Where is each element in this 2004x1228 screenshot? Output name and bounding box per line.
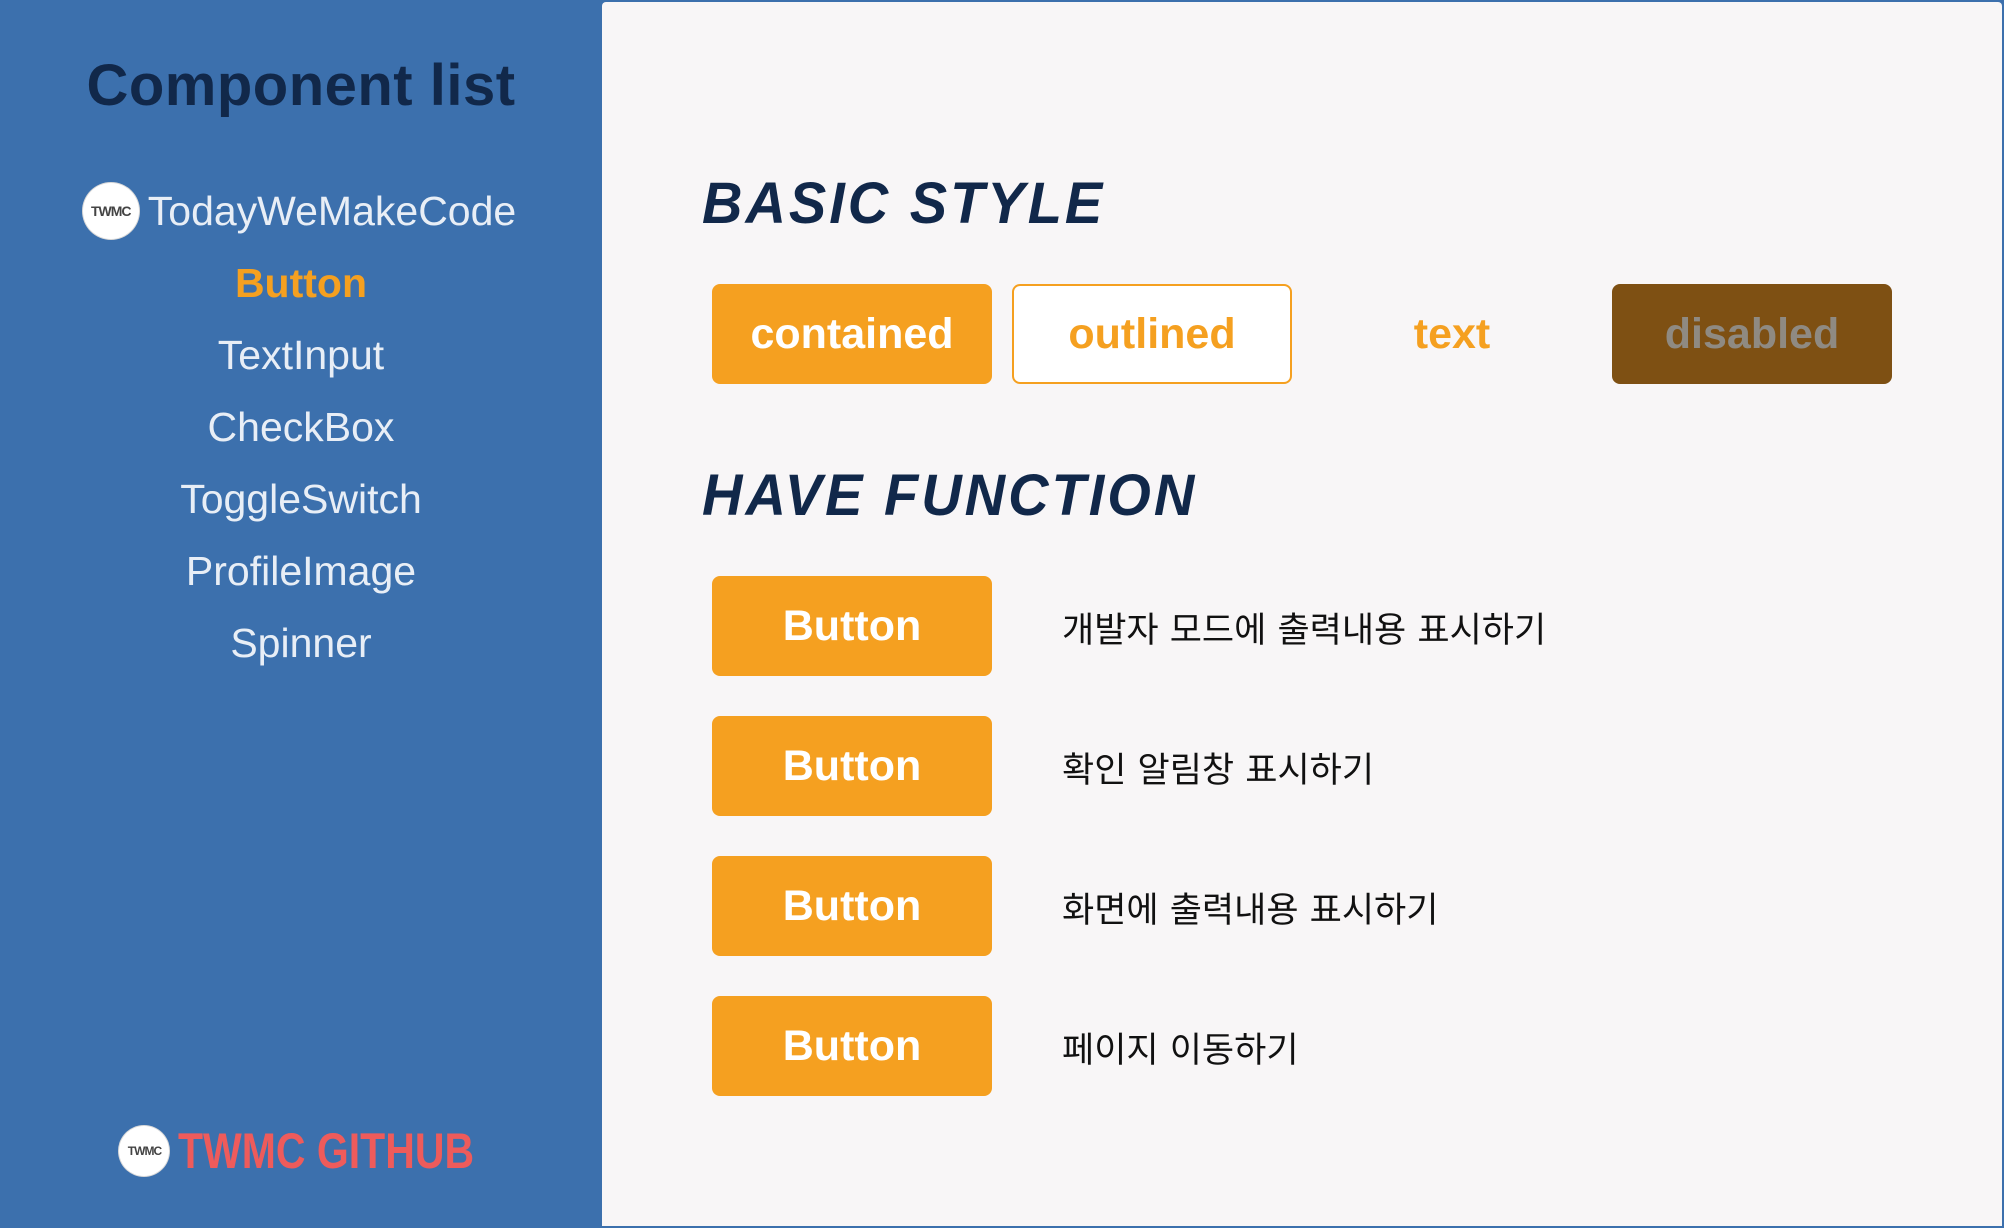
sidebar-item-label: TextInput <box>217 332 385 378</box>
disabled-button: disabled <box>1612 284 1892 384</box>
outlined-button[interactable]: outlined <box>1012 284 1292 384</box>
sidebar-item-toggleswitch[interactable]: ToggleSwitch <box>180 463 422 535</box>
function-description: 개발자 모드에 출력내용 표시하기 <box>1062 611 1547 651</box>
app: Component list TWMC TodayWeMakeCode Butt… <box>0 0 2004 1228</box>
sidebar-item-label: CheckBox <box>207 404 395 450</box>
sidebar-item-label: Spinner <box>230 620 372 666</box>
function-description: 페이지 이동하기 <box>1062 1031 1299 1071</box>
sidebar-item-label: ToggleSwitch <box>180 476 422 522</box>
confirm-alert-button[interactable]: Button <box>712 716 992 816</box>
sidebar-item-label: TodayWeMakeCode <box>147 188 517 234</box>
contained-button[interactable]: contained <box>712 284 992 384</box>
sidebar-item-todaywemakecode[interactable]: TWMC TodayWeMakeCode <box>85 175 517 247</box>
sidebar-nav: TWMC TodayWeMakeCode Button TextInput Ch… <box>85 175 517 679</box>
function-description: 화면에 출력내용 표시하기 <box>1062 891 1439 931</box>
sidebar-item-textinput[interactable]: TextInput <box>218 319 384 391</box>
sidebar-item-profileimage[interactable]: ProfileImage <box>186 535 416 607</box>
sidebar-item-label: Button <box>234 260 368 306</box>
twmc-logo-icon: TWMC <box>122 1129 167 1173</box>
section-title-have-function: Have function <box>702 461 1198 528</box>
sidebar-title: Component list <box>86 53 516 118</box>
github-link[interactable]: TWMC TWMC GITHUB <box>0 1122 602 1180</box>
screen-output-button[interactable]: Button <box>712 856 992 956</box>
github-label: TWMC GITHUB <box>178 1123 475 1179</box>
twmc-logo-icon: TWMC <box>85 186 136 236</box>
main-content: Basic style contained outlined text disa… <box>602 2 2002 1226</box>
sidebar-item-label: ProfileImage <box>185 548 417 594</box>
sidebar: Component list TWMC TodayWeMakeCode Butt… <box>0 0 602 1228</box>
function-description: 확인 알림창 표시하기 <box>1062 751 1375 791</box>
sidebar-item-spinner[interactable]: Spinner <box>230 607 371 679</box>
sidebar-item-checkbox[interactable]: CheckBox <box>208 391 395 463</box>
sidebar-item-button[interactable]: Button <box>235 247 367 319</box>
console-log-button[interactable]: Button <box>712 576 992 676</box>
section-title-basic-style: Basic style <box>702 169 1106 236</box>
text-button[interactable]: text <box>1312 284 1592 384</box>
navigate-page-button[interactable]: Button <box>712 996 992 1096</box>
